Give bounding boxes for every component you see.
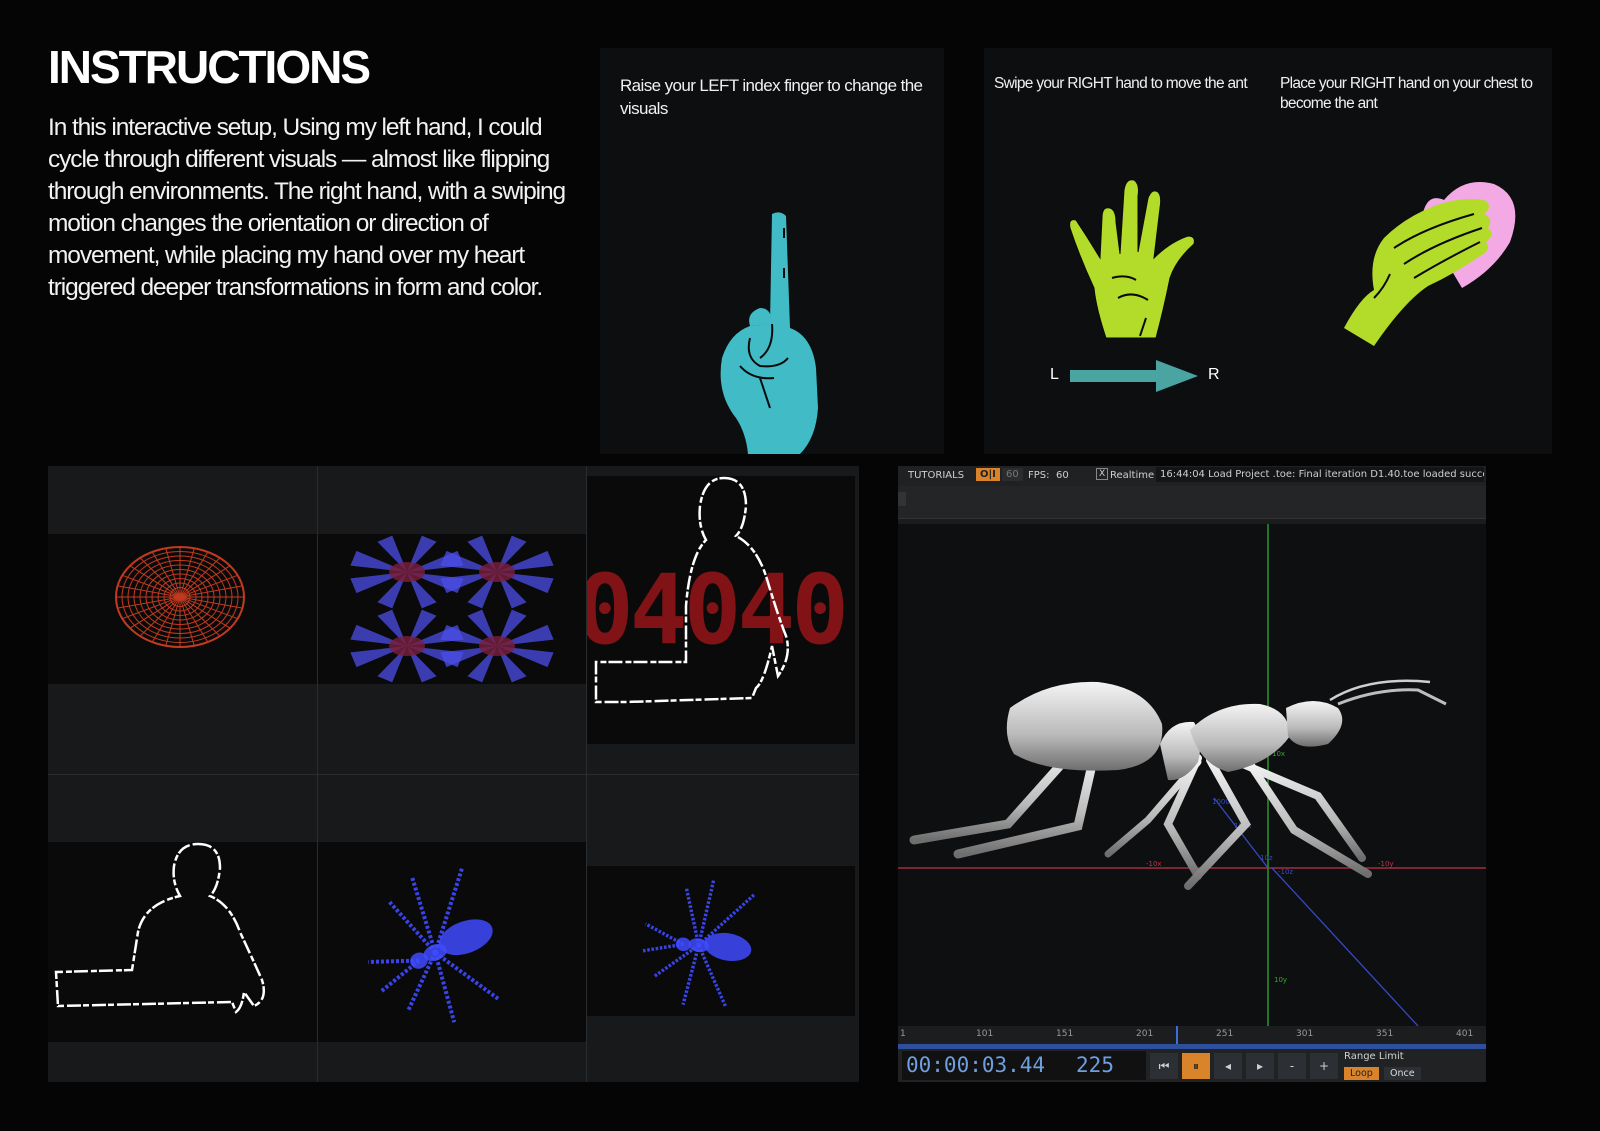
timeline-tick-label: 1 [900, 1029, 906, 1039]
status-message: 16:44:04 Load Project .toe: Final iterat… [1156, 467, 1484, 482]
thumbnail-blue-ant-2[interactable] [586, 774, 855, 1082]
svg-text:-10z: -10z [1278, 868, 1293, 876]
timeline-tick-label: 401 [1456, 1029, 1474, 1039]
loop-toggle[interactable]: Loop [1344, 1067, 1379, 1080]
svg-text:10z: 10z [1260, 854, 1273, 862]
thumbnail-silhouette-text[interactable]: 04040 [586, 466, 855, 774]
white-silhouette-2 [54, 842, 265, 1014]
playback-controls: 00:00:03.44 225 ⏮ ⏸ ◂ ▸ - + Range Limit … [898, 1049, 1486, 1082]
svg-text:10y: 10y [1274, 976, 1287, 984]
3d-viewport[interactable]: 10x -10x 10y -10y 1000x 100x 10z -10z [898, 524, 1486, 1027]
blue-particle-ant-2 [642, 880, 756, 1008]
speed-down-button[interactable]: - [1278, 1053, 1306, 1079]
td-subbar [898, 486, 1486, 519]
realtime-label: Realtime [1110, 470, 1155, 481]
hand-on-heart-icon [1344, 182, 1516, 346]
thumbnail-red-mesh[interactable] [48, 466, 317, 774]
page-title: INSTRUCTIONS [48, 41, 371, 93]
red-wireframe-mesh [115, 546, 245, 648]
visuals-gallery: 04040 [48, 466, 859, 1082]
panel-toggle[interactable] [898, 492, 906, 506]
realtime-checkbox[interactable]: X [1096, 468, 1109, 480]
timeline-tick-label: 351 [1376, 1029, 1394, 1039]
raised-index-finger-icon [720, 212, 818, 454]
timecode-field[interactable]: 00:00:03.44 [902, 1051, 1045, 1080]
arrow-left-label: L [1050, 366, 1059, 383]
intro-paragraph: In this interactive setup, Using my left… [48, 114, 566, 301]
tutorials-menu[interactable]: TUTORIALS [908, 470, 964, 481]
blue-kaleidoscope [350, 535, 554, 683]
speed-up-button[interactable]: + [1310, 1053, 1338, 1079]
instruction-panel-right-hand: Swipe your RIGHT hand to move the ant Pl… [984, 48, 1552, 454]
svg-text:-10y: -10y [1378, 860, 1394, 868]
playhead[interactable] [1176, 1026, 1178, 1046]
instruction-panel-left-finger: Raise your LEFT index finger to change t… [600, 48, 944, 454]
pause-button[interactable]: ⏸ [1182, 1053, 1210, 1079]
fps-setting[interactable]: 60 [1002, 468, 1023, 481]
timeline-tick-label: 101 [976, 1029, 994, 1039]
instruction-caption: Raise your LEFT index finger to change t… [620, 76, 923, 118]
fps-label: FPS: [1028, 470, 1050, 481]
timeline-ruler[interactable]: 1 101 151 201 251 301 351 401 [898, 1026, 1486, 1046]
arrow-right-label: R [1208, 366, 1220, 383]
step-forward-button[interactable]: ▸ [1246, 1053, 1274, 1079]
thumbnail-silhouette[interactable] [48, 774, 317, 1082]
ant-3d-model: 10x-10x10y-10y1000x100x10z-10z [898, 524, 1486, 1027]
fps-value: 60 [1056, 470, 1069, 481]
open-hand-icon [1069, 179, 1195, 339]
step-back-button[interactable]: ◂ [1214, 1053, 1242, 1079]
blue-particle-ant-1 [368, 867, 501, 1023]
range-limit-label: Range Limit [1344, 1051, 1404, 1062]
timeline-tick-label: 301 [1296, 1029, 1314, 1039]
right-arrow-icon [1070, 360, 1198, 392]
timeline-tick-label: 251 [1216, 1029, 1234, 1039]
instruction-caption: Place your RIGHT hand on your chest to b… [1280, 75, 1533, 112]
once-toggle[interactable]: Once [1384, 1067, 1421, 1080]
thumbnail-blue-kaleidoscope[interactable] [317, 466, 586, 774]
svg-text:-10x: -10x [1146, 860, 1162, 868]
rewind-button[interactable]: ⏮ [1150, 1053, 1178, 1079]
thumbnail-blue-ant-1[interactable] [317, 774, 586, 1082]
frame-field[interactable]: 225 [1044, 1051, 1146, 1080]
perform-toggle[interactable]: O|I [976, 468, 1000, 481]
instruction-caption: Swipe your RIGHT hand to move the ant [994, 75, 1248, 92]
timeline-tick-label: 201 [1136, 1029, 1154, 1039]
timeline-tick-label: 151 [1056, 1029, 1074, 1039]
white-silhouette [594, 476, 789, 704]
td-toolbar: TUTORIALS O|I 60 FPS: 60 X Realtime 16:4… [898, 466, 1486, 486]
touchdesigner-window: TUTORIALS O|I 60 FPS: 60 X Realtime 16:4… [898, 466, 1486, 1082]
